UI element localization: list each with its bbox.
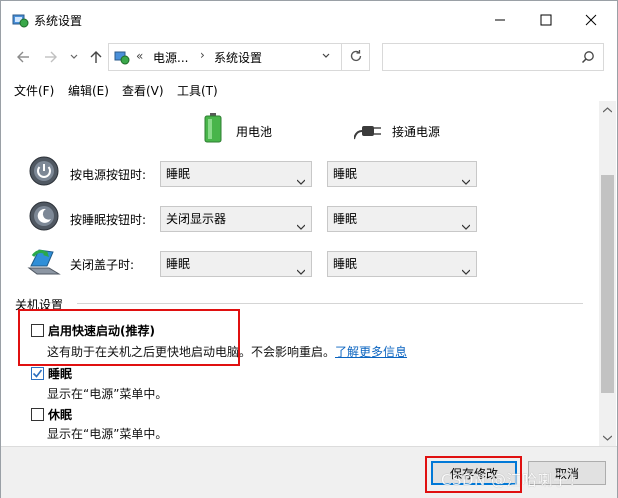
breadcrumb-item-current[interactable]: 系统设置 bbox=[214, 49, 262, 66]
minimize-button[interactable] bbox=[486, 7, 514, 33]
sleep-button-battery-select[interactable]: 关闭显示器 bbox=[160, 206, 312, 232]
control-panel-icon bbox=[114, 49, 130, 68]
chevron-down-icon bbox=[461, 170, 471, 185]
power-button-label: 按电源按钮时: bbox=[70, 168, 147, 182]
control-panel-icon bbox=[11, 11, 29, 29]
chevron-down-icon bbox=[296, 170, 306, 185]
back-arrow-icon[interactable] bbox=[13, 47, 33, 67]
refresh-button[interactable] bbox=[341, 43, 370, 71]
address-bar[interactable]: « 电源... › 系统设置 bbox=[108, 43, 370, 71]
lid-close-label: 关闭盖子时: bbox=[70, 258, 135, 272]
select-value: 睡眠 bbox=[333, 167, 358, 181]
hibernate-checkbox[interactable] bbox=[31, 408, 44, 421]
section-divider bbox=[77, 303, 583, 304]
chevron-down-icon bbox=[296, 260, 306, 275]
window-title: 系统设置 bbox=[34, 14, 83, 28]
settings-content: 用电池 接通电源 按电源按钮时: 睡眠 睡眠 按睡眠按钮时: 关闭显示器 睡眠 … bbox=[5, 101, 599, 441]
breadcrumb-item-power[interactable]: 电源... bbox=[153, 49, 188, 66]
hibernate-option-description: 显示在“电源”菜单中。 bbox=[47, 427, 168, 441]
menu-bar: 文件(F) 编辑(E) 查看(V) 工具(T) bbox=[1, 79, 617, 101]
shutdown-section-title: 关机设置 bbox=[15, 298, 64, 312]
laptop-lid-icon bbox=[27, 246, 61, 279]
recent-dropdown-icon[interactable] bbox=[64, 47, 84, 67]
power-plug-icon bbox=[353, 121, 384, 144]
power-button-plugged-select[interactable]: 睡眠 bbox=[327, 161, 477, 187]
menu-item-edit[interactable]: 编辑(E) bbox=[68, 82, 109, 99]
maximize-button[interactable] bbox=[532, 7, 560, 33]
battery-column-label: 用电池 bbox=[236, 125, 273, 139]
fast-startup-label[interactable]: 启用快速启动(推荐) bbox=[48, 322, 155, 339]
select-value: 关闭显示器 bbox=[166, 212, 227, 226]
scroll-up-icon[interactable] bbox=[599, 101, 616, 118]
button-bar: 保存修改 取消 CSDN @江哈喇子！ bbox=[1, 446, 617, 498]
lid-close-battery-select[interactable]: 睡眠 bbox=[160, 251, 312, 277]
learn-more-link[interactable]: 了解更多信息 bbox=[335, 343, 407, 360]
select-value: 睡眠 bbox=[333, 212, 358, 226]
chevron-down-icon bbox=[296, 215, 306, 230]
close-button[interactable] bbox=[577, 7, 605, 33]
power-button-icon bbox=[29, 156, 59, 189]
address-dropdown-icon[interactable] bbox=[321, 50, 331, 64]
sleep-checkbox[interactable] bbox=[31, 367, 44, 380]
vertical-scrollbar[interactable] bbox=[599, 101, 616, 446]
menu-item-view[interactable]: 查看(V) bbox=[122, 82, 164, 99]
select-value: 睡眠 bbox=[166, 167, 191, 181]
section-heading-cutoff bbox=[13, 101, 193, 104]
breadcrumb-separator: « bbox=[136, 49, 144, 63]
menu-item-tools[interactable]: 工具(T) bbox=[177, 82, 218, 99]
title-bar: 系统设置 bbox=[1, 1, 617, 39]
scroll-down-icon[interactable] bbox=[599, 429, 616, 446]
select-value: 睡眠 bbox=[166, 257, 191, 271]
select-value: 睡眠 bbox=[333, 257, 358, 271]
lid-close-plugged-select[interactable]: 睡眠 bbox=[327, 251, 477, 277]
battery-icon bbox=[204, 113, 222, 146]
sleep-button-label: 按睡眠按钮时: bbox=[70, 213, 147, 227]
sleep-button-icon bbox=[29, 201, 59, 234]
hibernate-option-label[interactable]: 休眠 bbox=[48, 406, 72, 423]
sleep-button-plugged-select[interactable]: 睡眠 bbox=[327, 206, 477, 232]
chevron-down-icon bbox=[461, 260, 471, 275]
menu-item-file[interactable]: 文件(F) bbox=[14, 82, 54, 99]
breadcrumb-arrow: › bbox=[200, 48, 205, 62]
refresh-icon bbox=[349, 49, 363, 66]
chevron-down-icon bbox=[461, 215, 471, 230]
up-arrow-icon[interactable] bbox=[86, 47, 106, 67]
plugged-column-label: 接通电源 bbox=[392, 125, 441, 139]
watermark-text: CSDN @江哈喇子！ bbox=[441, 471, 585, 489]
search-icon bbox=[581, 50, 595, 67]
search-input[interactable] bbox=[382, 43, 604, 71]
power-button-battery-select[interactable]: 睡眠 bbox=[160, 161, 312, 187]
scrollbar-thumb[interactable] bbox=[601, 175, 614, 393]
fast-startup-checkbox[interactable] bbox=[31, 324, 44, 337]
system-settings-window: 系统设置 « 电源... › 系统设置 文件(F) 编辑(E) 查看(V) 工具… bbox=[0, 0, 618, 498]
forward-arrow-icon[interactable] bbox=[41, 47, 61, 67]
sleep-option-label[interactable]: 睡眠 bbox=[48, 365, 72, 382]
fast-startup-description: 这有助于在关机之后更快地启动电脑。不会影响重启。 bbox=[47, 345, 336, 359]
sleep-option-description: 显示在“电源”菜单中。 bbox=[47, 387, 168, 401]
